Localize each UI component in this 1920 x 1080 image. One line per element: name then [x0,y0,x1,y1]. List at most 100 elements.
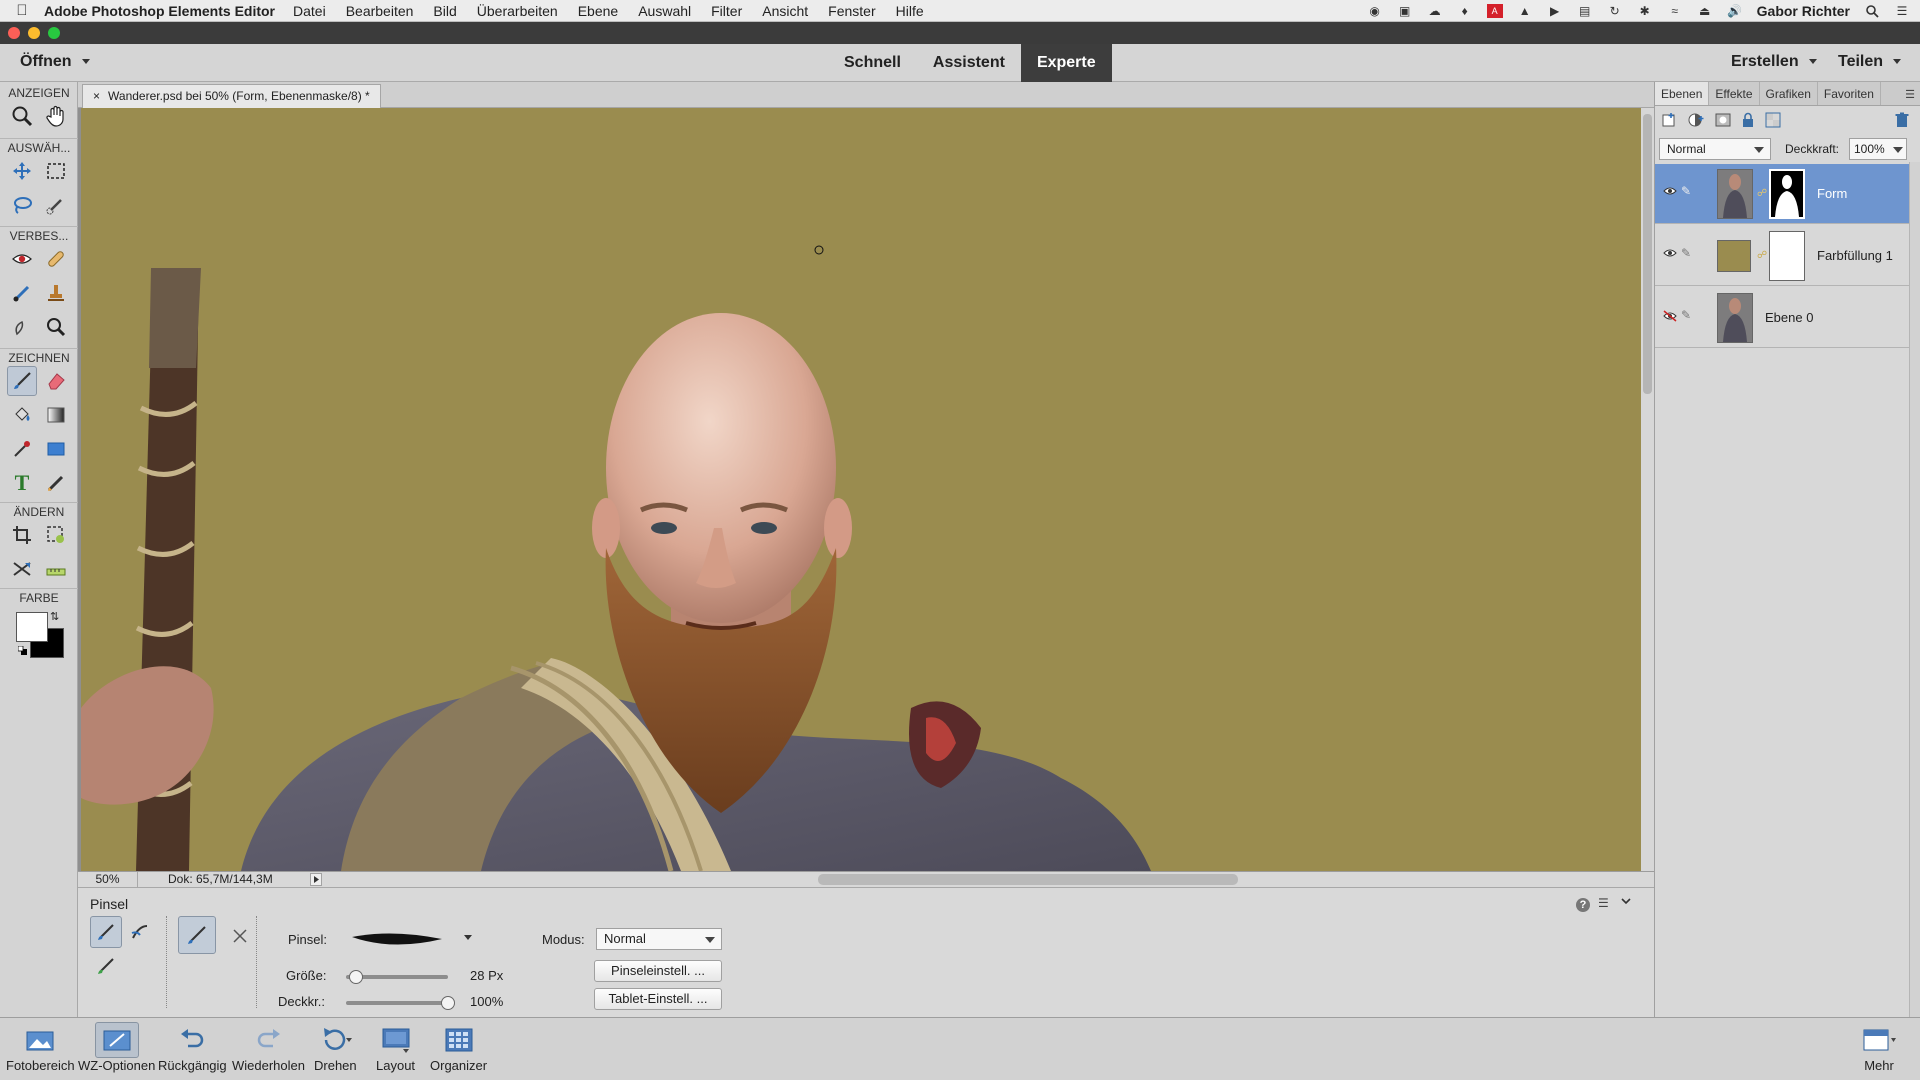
dropbox-icon[interactable]: ▲ [1517,4,1533,18]
battery-icon[interactable]: ▤ [1577,4,1593,18]
zoom-level-field[interactable]: 50% [78,872,138,887]
foreground-color-swatch[interactable] [16,612,48,642]
impressionist-brush-icon[interactable] [124,916,156,948]
tab-ebenen[interactable]: Ebenen [1655,82,1710,105]
time-machine-icon[interactable]: ↻ [1607,4,1623,18]
document-tab[interactable]: × Wanderer.psd bei 50% (Form, Ebenenmask… [82,84,381,108]
shape-tool-icon[interactable] [41,434,71,464]
panel-menu-icon[interactable]: ☰ [1905,88,1915,101]
horizontal-scrollbar[interactable] [818,874,1238,885]
layer-opacity-field[interactable]: 100% [1849,138,1907,160]
layout-button[interactable]: Layout [376,1022,415,1080]
layers-scrollbar[interactable] [1909,162,1920,1017]
brush-picker-chevron-icon[interactable] [464,935,472,940]
user-name[interactable]: Gabor Richter [1757,3,1850,19]
menu-hilfe[interactable]: Hilfe [896,3,924,19]
delete-layer-icon[interactable] [1895,112,1909,128]
opacity-slider-knob[interactable] [441,996,455,1010]
create-menu-button[interactable]: Erstellen [1731,53,1817,71]
help-icon[interactable]: ? [1576,898,1590,912]
menu-fenster[interactable]: Fenster [828,3,875,19]
menu-datei[interactable]: Datei [293,3,326,19]
organizer-button[interactable]: Organizer [430,1022,487,1080]
tablet-pressure-icon[interactable] [224,920,256,952]
text-tool-icon[interactable]: T [7,468,37,498]
new-layer-icon[interactable] [1661,112,1677,128]
lock-transparent-icon[interactable] [1765,112,1781,128]
screen-icon[interactable]: ▣ [1397,4,1413,18]
eyedropper-tool-icon[interactable] [7,434,37,464]
content-aware-move-icon[interactable] [7,554,37,584]
menu-ebene[interactable]: Ebene [578,3,618,19]
size-slider-knob[interactable] [349,970,364,984]
red-eye-tool-icon[interactable] [7,244,37,274]
vertical-scrollbar[interactable] [1641,108,1654,871]
layer-name[interactable]: Ebene 0 [1765,310,1813,325]
eject-icon[interactable]: ⏏ [1697,4,1713,18]
layer-name[interactable]: Form [1817,186,1847,201]
tablet-settings-button[interactable]: Tablet-Einstell. ... [594,988,722,1010]
layer-row[interactable]: ✎ Ebene 0 [1655,288,1909,348]
minimize-window-button[interactable] [28,27,40,39]
tab-favoriten[interactable]: Favoriten [1818,82,1881,105]
recompose-tool-icon[interactable] [41,520,71,550]
adjustment-layer-icon[interactable] [1687,112,1705,128]
status-menu-arrow-icon[interactable] [310,873,322,886]
menu-ueberarbeiten[interactable]: Überarbeiten [477,3,558,19]
close-window-button[interactable] [8,27,20,39]
menu-auswahl[interactable]: Auswahl [638,3,691,19]
volume-icon[interactable]: 🔊 [1727,4,1743,18]
cloud-icon[interactable]: ☁ [1427,4,1443,18]
sponge-tool-icon[interactable] [41,312,71,342]
layer-mask-icon[interactable] [1715,112,1731,128]
mask-link-icon[interactable]: ☍ [1757,250,1767,261]
more-button[interactable]: Mehr [1862,1022,1896,1080]
lock-all-icon[interactable] [1741,112,1755,128]
tab-experte[interactable]: Experte [1020,44,1112,82]
tool-options-button[interactable]: WZ-Optionen [78,1022,155,1080]
menu-ansicht[interactable]: Ansicht [762,3,808,19]
vertical-scroll-thumb[interactable] [1643,114,1652,394]
quick-selection-tool-icon[interactable] [41,190,71,220]
tab-effekte[interactable]: Effekte [1709,82,1760,105]
blur-tool-icon[interactable] [7,312,37,342]
clone-stamp-icon[interactable] [41,278,71,308]
eye-hidden-icon[interactable] [1663,310,1677,322]
eye-visibility-icon[interactable] [1663,248,1677,258]
app-menu[interactable]: Adobe Photoshop Elements Editor [44,3,275,19]
brush-variant-icon[interactable] [90,916,122,948]
marquee-tool-icon[interactable] [41,156,71,186]
layer-row[interactable]: ✎ ☍ Farbfüllung 1 [1655,226,1909,286]
wifi-icon[interactable]: ≈ [1667,4,1683,18]
zoom-tool-icon[interactable] [7,101,37,131]
document-canvas[interactable] [81,108,1641,871]
spotlight-search-icon[interactable] [1864,4,1880,18]
drive-icon[interactable]: ▶ [1547,4,1563,18]
lasso-tool-icon[interactable] [7,190,37,220]
tab-schnell[interactable]: Schnell [828,44,917,82]
tab-grafiken[interactable]: Grafiken [1760,82,1818,105]
airbrush-icon[interactable] [178,916,216,954]
move-tool-icon[interactable] [7,156,37,186]
notification-center-icon[interactable]: ☰ [1894,4,1910,18]
layer-name[interactable]: Farbfüllung 1 [1817,248,1893,263]
record-icon[interactable]: ◉ [1367,4,1383,18]
color-replacement-brush-icon[interactable] [90,950,122,982]
menu-bild[interactable]: Bild [433,3,456,19]
gradient-tool-icon[interactable] [41,400,71,430]
crop-tool-icon[interactable] [7,520,37,550]
brush-settings-button[interactable]: Pinseleinstell. ... [594,960,722,982]
layer-row[interactable]: ✎ ☍ Form [1655,164,1909,224]
mode-dropdown[interactable]: Normal [596,928,722,950]
close-tab-icon[interactable]: × [93,85,100,108]
size-slider[interactable] [346,970,448,984]
hand-tool-icon[interactable] [41,101,71,131]
photo-bin-button[interactable]: Fotobereich [6,1022,75,1080]
layer-mask-thumbnail[interactable] [1769,231,1805,281]
paint-bucket-icon[interactable] [7,400,37,430]
panel-menu-icon[interactable]: ☰ [1598,896,1609,910]
evernote-icon[interactable]: ♦ [1457,4,1473,18]
blend-mode-dropdown[interactable]: Normal [1659,138,1771,160]
eraser-tool-icon[interactable] [41,366,71,396]
spot-healing-brush-icon[interactable] [41,244,71,274]
